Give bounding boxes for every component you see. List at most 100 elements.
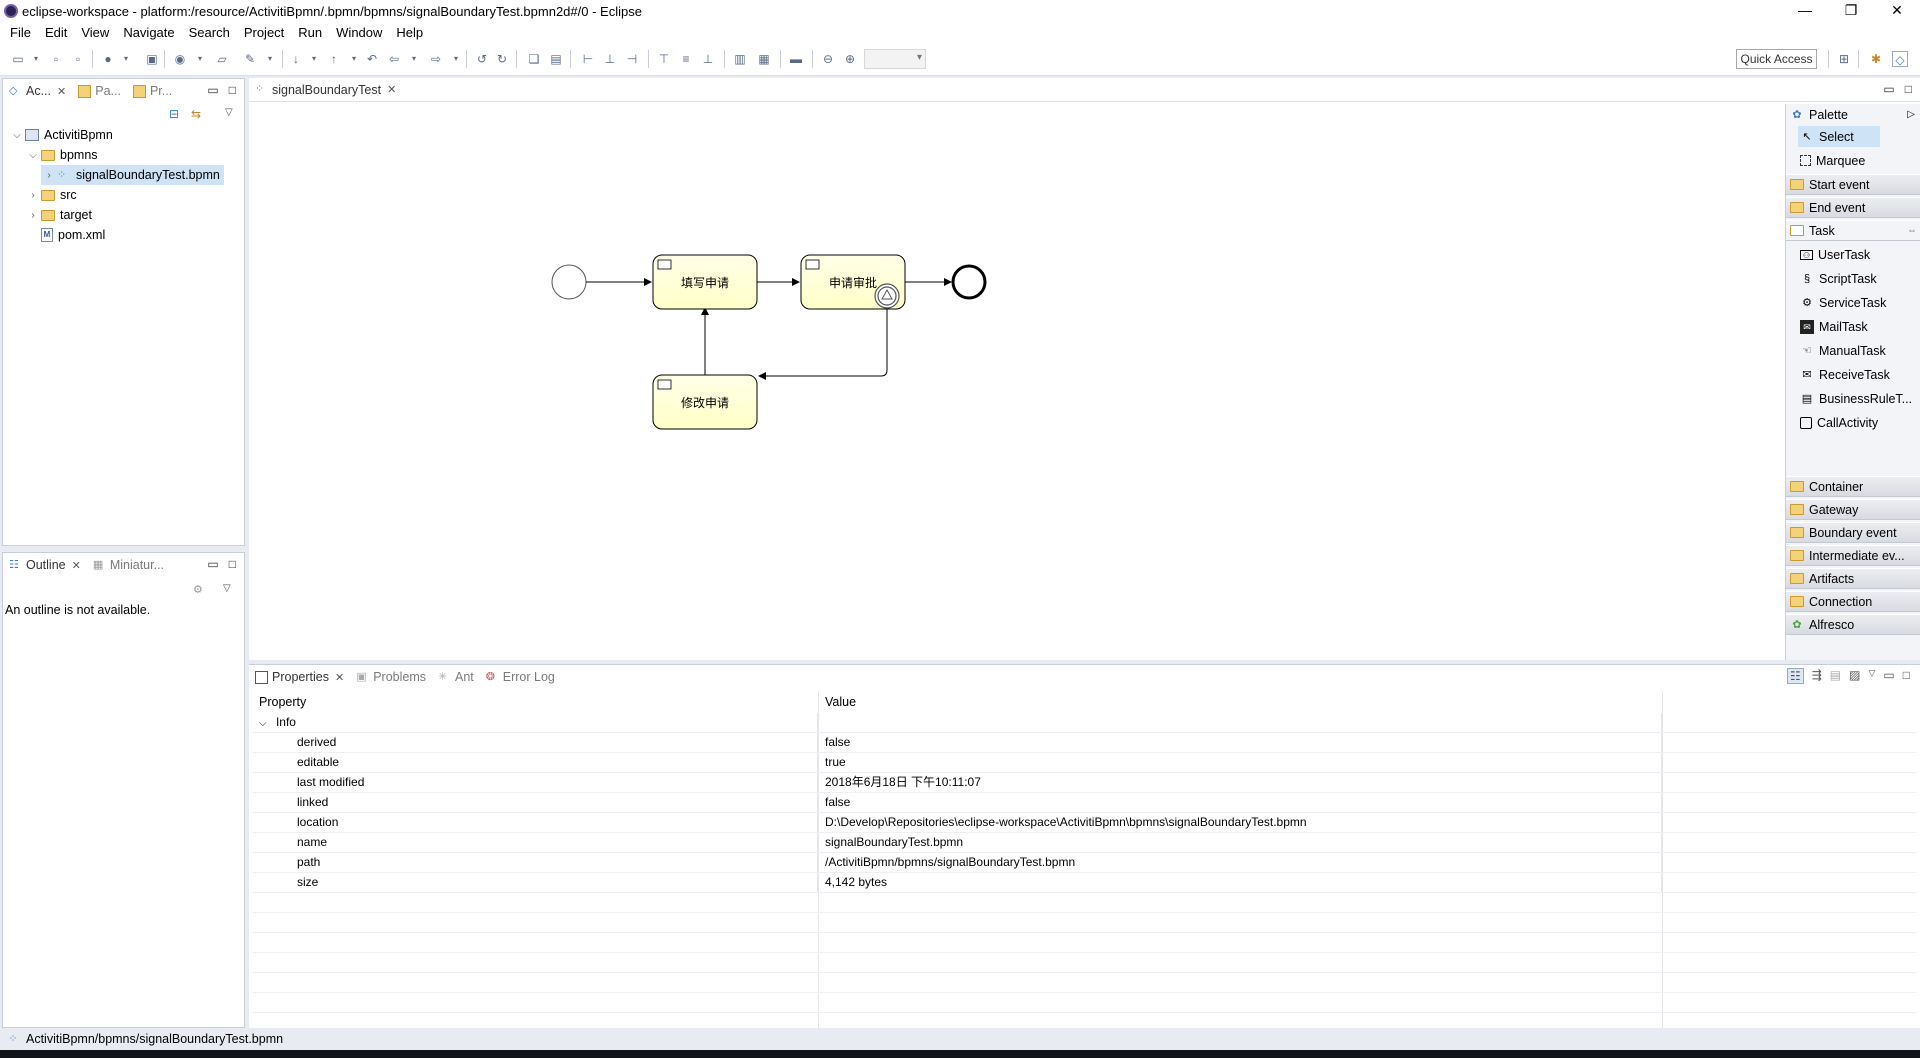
match-width-icon[interactable]: ▥	[732, 51, 748, 67]
dropdown-icon[interactable]: ▾	[406, 51, 422, 67]
maximize-icon[interactable]: □	[229, 557, 236, 571]
tab-package-explorer[interactable]: Pa...	[72, 79, 127, 103]
tab-activiti-explorer[interactable]: ◇ Ac... ✕	[3, 79, 73, 103]
chevron-down-icon[interactable]: ⌵	[25, 150, 41, 161]
edit-icon[interactable]: ✎	[242, 51, 258, 67]
table-row[interactable]: size 4,142 bytes	[253, 873, 1916, 893]
palette-item-usertask[interactable]: ⚇ UserTask	[1786, 244, 1920, 265]
tab-project-explorer[interactable]: Pr...	[127, 79, 178, 103]
dropdown-icon[interactable]: ▾	[306, 51, 322, 67]
save-icon[interactable]: ▫	[48, 51, 64, 67]
palette-tool-marquee[interactable]: Marquee	[1786, 150, 1920, 171]
tab-ant[interactable]: ✳ Ant	[432, 665, 480, 689]
chevron-right-icon[interactable]: ›	[41, 170, 57, 181]
last-edit-icon[interactable]: ↶	[364, 51, 380, 67]
zoom-combo[interactable]: ▾	[864, 49, 926, 69]
minimize-icon[interactable]: ▭	[1883, 668, 1894, 684]
tree-item-target[interactable]: › target	[25, 205, 92, 225]
palette-drawer-alfresco[interactable]: ✿ Alfresco	[1786, 614, 1920, 635]
debug-icon[interactable]: ●	[100, 51, 116, 67]
palette-drawer-container[interactable]: Container	[1786, 476, 1920, 497]
palette-item-mailtask[interactable]: ✉ MailTask	[1786, 316, 1920, 337]
export-icon[interactable]: ▬	[788, 51, 804, 67]
close-button[interactable]: ✕	[1874, 0, 1920, 22]
menu-edit[interactable]: Edit	[38, 25, 74, 40]
palette-drawer-task[interactable]: Task ⇔	[1786, 220, 1920, 241]
align-top-icon[interactable]: ⊤	[656, 51, 672, 67]
table-row[interactable]: editable true	[253, 753, 1916, 773]
close-tab-icon[interactable]: ✕	[335, 671, 344, 684]
align-center-icon[interactable]: ⊥	[602, 51, 618, 67]
palette-header[interactable]: ✿ Palette ▷	[1786, 104, 1920, 125]
table-row[interactable]: location D:\Develop\Repositories\eclipse…	[253, 813, 1916, 833]
open-folder-icon[interactable]: ▱	[214, 51, 230, 67]
tab-problems[interactable]: ▣ Problems	[350, 665, 432, 689]
palette-drawer-start-event[interactable]: Start event	[1786, 174, 1920, 195]
pin-view-icon[interactable]: ▨	[1849, 668, 1860, 684]
dropdown-icon[interactable]: ▾	[118, 51, 134, 67]
collapse-palette-icon[interactable]: ▷	[1907, 109, 1915, 120]
menu-search[interactable]: Search	[182, 25, 237, 40]
group-row-info[interactable]: ⌵ Info	[253, 713, 1916, 733]
save-all-icon[interactable]: ▫	[70, 51, 86, 67]
tab-properties[interactable]: Properties ✕	[249, 665, 350, 689]
view-menu-icon[interactable]: ▽	[225, 107, 233, 118]
palette-drawer-artifacts[interactable]: Artifacts	[1786, 568, 1920, 589]
forward-icon[interactable]: ⇨	[428, 51, 444, 67]
restore-default-icon[interactable]: ▤	[1830, 668, 1841, 684]
palette-tool-select[interactable]: ↖ Select	[1798, 126, 1880, 147]
terminal-icon[interactable]: ▣	[144, 51, 160, 67]
palette-item-servicetask[interactable]: ⚙ ServiceTask	[1786, 292, 1920, 313]
table-row[interactable]: linked false	[253, 793, 1916, 813]
minimize-button[interactable]: —	[1782, 0, 1828, 22]
palette-drawer-boundary-event[interactable]: Boundary event	[1786, 522, 1920, 543]
maximize-icon[interactable]: □	[229, 83, 236, 97]
menu-help[interactable]: Help	[389, 25, 430, 40]
view-menu-icon[interactable]: ▽	[223, 583, 231, 594]
new-icon[interactable]: ▭	[10, 51, 26, 67]
activiti-perspective-icon[interactable]: ◇	[1892, 51, 1908, 67]
prev-annotation-icon[interactable]: ↑	[326, 51, 342, 67]
zoom-in-icon[interactable]: ⊕	[842, 51, 858, 67]
tab-error-log[interactable]: ❂ Error Log	[480, 665, 561, 689]
view-menu-icon[interactable]: ▽	[1868, 668, 1875, 684]
match-height-icon[interactable]: ▦	[756, 51, 772, 67]
undo-icon[interactable]: ↺	[474, 51, 490, 67]
collapse-all-icon[interactable]: ⊟	[169, 107, 179, 121]
sequence-flow[interactable]	[758, 306, 888, 380]
chevron-right-icon[interactable]: ›	[25, 190, 41, 201]
column-header-value[interactable]: Value	[819, 691, 1662, 713]
dropdown-icon[interactable]: ▾	[262, 51, 278, 67]
palette-item-manualtask[interactable]: ☜ ManualTask	[1786, 340, 1920, 361]
tab-miniature[interactable]: ▦ Miniatur...	[87, 553, 170, 577]
table-row[interactable]: last modified 2018年6月18日 下午10:11:07	[253, 773, 1916, 793]
user-task-fill-application[interactable]: 填写申请	[652, 254, 758, 310]
copy-icon[interactable]: ❏	[526, 51, 542, 67]
column-header-property[interactable]: Property	[253, 691, 818, 713]
menu-view[interactable]: View	[74, 25, 116, 40]
palette-drawer-end-event[interactable]: End event	[1786, 197, 1920, 218]
palette-drawer-connection[interactable]: Connection	[1786, 591, 1920, 612]
dropdown-icon[interactable]: ▾	[346, 51, 362, 67]
menu-project[interactable]: Project	[237, 25, 291, 40]
pin-icon[interactable]: ⇔	[1907, 225, 1917, 236]
chevron-right-icon[interactable]: ›	[25, 210, 41, 221]
tree-item-project[interactable]: ⌵ ActivitiBpmn	[9, 125, 113, 145]
paste-icon[interactable]: ▤	[548, 51, 564, 67]
minimize-icon[interactable]: ▭	[1883, 82, 1894, 96]
open-perspective-icon[interactable]: ⊞	[1836, 51, 1852, 67]
palette-item-callactivity[interactable]: CallActivity	[1786, 412, 1920, 433]
dropdown-icon[interactable]: ▾	[28, 51, 44, 67]
align-left-icon[interactable]: ⊢	[580, 51, 596, 67]
tab-editor-signalboundarytest[interactable]: ⁘ signalBoundaryTest ✕	[249, 78, 402, 102]
table-row[interactable]: path /ActivitiBpmn/bpmns/signalBoundaryT…	[253, 853, 1916, 873]
menu-file[interactable]: File	[3, 25, 38, 40]
close-tab-icon[interactable]: ✕	[387, 83, 396, 96]
diagram-canvas[interactable]: 填写申请 申请审批 修改申请	[249, 104, 1784, 660]
align-bottom-icon[interactable]: ⊥	[700, 51, 716, 67]
tree-item-bpmns[interactable]: ⌵ bpmns	[25, 145, 97, 165]
palette-drawer-gateway[interactable]: Gateway	[1786, 499, 1920, 520]
menu-window[interactable]: Window	[329, 25, 389, 40]
quick-access-input[interactable]: Quick Access	[1736, 49, 1817, 69]
filter-icon[interactable]: ⚙	[193, 583, 203, 596]
